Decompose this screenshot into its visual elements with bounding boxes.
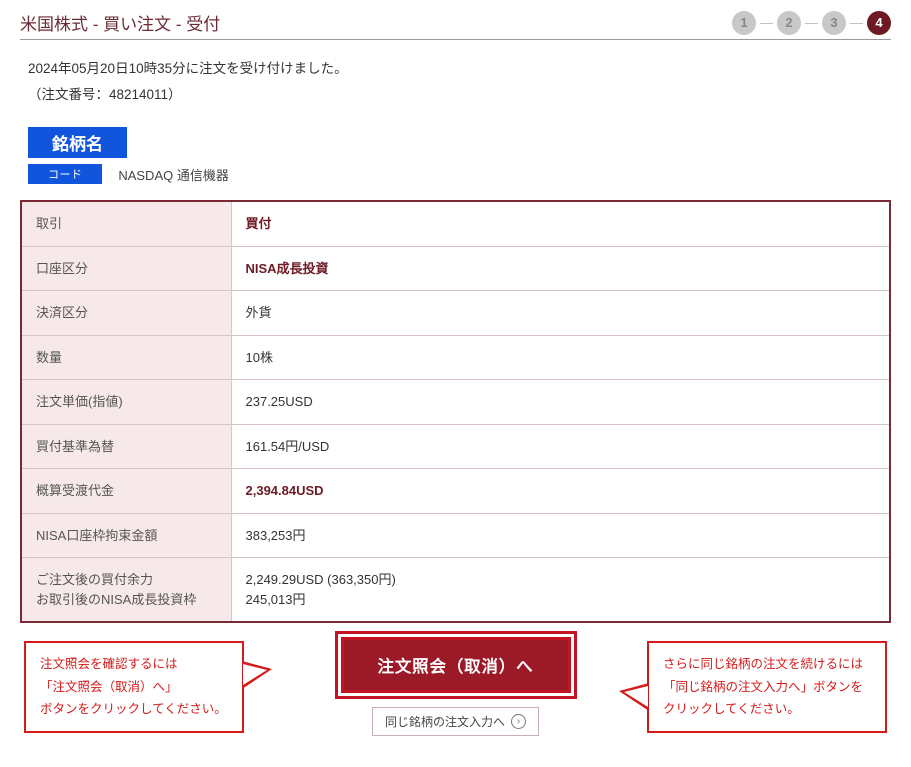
table-row: ご注文後の買付余力お取引後のNISA成長投資枠2,249.29USD (363,…	[21, 558, 890, 623]
row-label: 数量	[21, 335, 231, 380]
row-label: 取引	[21, 201, 231, 246]
callout-right: さらに同じ銘柄の注文を続けるには「同じ銘柄の注文入力へ」ボタンをクリックしてくだ…	[647, 641, 887, 733]
step-separator: —	[805, 15, 818, 30]
row-value: 2,394.84USD	[231, 469, 890, 514]
row-value: 383,253円	[231, 513, 890, 558]
table-row: 取引買付	[21, 201, 890, 246]
row-label: 買付基準為替	[21, 424, 231, 469]
step-separator: —	[850, 15, 863, 30]
callout-right-text: さらに同じ銘柄の注文を続けるには「同じ銘柄の注文入力へ」ボタンをクリックしてくだ…	[663, 657, 863, 716]
step-4: 4	[867, 11, 891, 35]
table-row: 買付基準為替161.54円/USD	[21, 424, 890, 469]
chevron-right-icon: ›	[511, 714, 526, 729]
row-label: 決済区分	[21, 291, 231, 336]
step-1: 1	[732, 11, 756, 35]
step-2: 2	[777, 11, 801, 35]
row-value: 買付	[231, 201, 890, 246]
step-3: 3	[822, 11, 846, 35]
receipt-message: 2024年05月20日10時35分に注文を受け付けました。	[28, 56, 891, 82]
row-label: ご注文後の買付余力お取引後のNISA成長投資枠	[21, 558, 231, 623]
table-row: 注文単価(指値)237.25USD	[21, 380, 890, 425]
row-label: 注文単価(指値)	[21, 380, 231, 425]
callout-arrow-icon	[619, 683, 649, 711]
stock-name-badge: 銘柄名	[28, 127, 127, 158]
callout-arrow-icon	[242, 661, 272, 689]
step-separator: —	[760, 15, 773, 30]
callout-left: 注文照会を確認するには「注文照会（取消）へ」ボタンをクリックしてください。	[24, 641, 244, 733]
row-label: 口座区分	[21, 246, 231, 291]
table-row: 決済区分外貨	[21, 291, 890, 336]
table-row: 口座区分NISA成長投資	[21, 246, 890, 291]
table-row: NISA口座枠拘束金額383,253円	[21, 513, 890, 558]
progress-stepper: 1 — 2 — 3 — 4	[732, 11, 891, 35]
order-number-label: （注文番号：48214011）	[28, 82, 891, 108]
table-row: 概算受渡代金2,394.84USD	[21, 469, 890, 514]
order-detail-table: 取引買付口座区分NISA成長投資決済区分外貨数量10株注文単価(指値)237.2…	[20, 200, 891, 623]
stock-code-badge: コード	[28, 164, 102, 184]
row-value: 10株	[231, 335, 890, 380]
row-value: 外貨	[231, 291, 890, 336]
stock-market-label: NASDAQ 通信機器	[118, 165, 229, 184]
order-inquiry-cancel-button[interactable]: 注文照会（取消）へ	[341, 637, 571, 693]
callout-left-text: 注文照会を確認するには「注文照会（取消）へ」ボタンをクリックしてください。	[40, 657, 227, 716]
row-value: 2,249.29USD (363,350円)245,013円	[231, 558, 890, 623]
row-value: 161.54円/USD	[231, 424, 890, 469]
row-value: 237.25USD	[231, 380, 890, 425]
page-title: 米国株式 - 買い注文 - 受付	[20, 10, 220, 35]
same-stock-order-label: 同じ銘柄の注文入力へ	[385, 713, 505, 730]
row-label: NISA口座枠拘束金額	[21, 513, 231, 558]
same-stock-order-link[interactable]: 同じ銘柄の注文入力へ ›	[372, 707, 539, 736]
row-value: NISA成長投資	[231, 246, 890, 291]
row-label: 概算受渡代金	[21, 469, 231, 514]
table-row: 数量10株	[21, 335, 890, 380]
